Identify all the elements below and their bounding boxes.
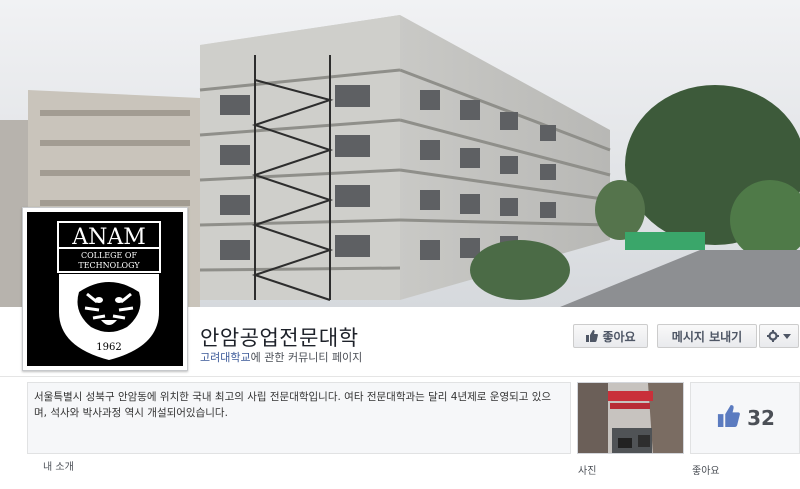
community-suffix: 에 관한 커뮤니티 페이지	[250, 351, 363, 364]
college-logo: ANAM COLLEGE OF TECHNOLOGY 1962	[27, 212, 183, 366]
logo-line2-text: TECHNOLOGY	[78, 261, 140, 270]
thumbs-up-icon	[585, 330, 599, 342]
message-button[interactable]: 메시지 보내기	[657, 324, 757, 348]
thumbs-up-icon	[715, 405, 741, 431]
logo-year-text: 1962	[96, 342, 121, 353]
likes-count: 32	[747, 406, 775, 430]
logo-line1-text: COLLEGE OF	[81, 251, 137, 260]
about-box[interactable]: 서울특별시 성북구 안암동에 위치한 국내 최고의 사립 전문대학입니다. 여타…	[27, 382, 571, 454]
like-button-label: 좋아요	[602, 329, 636, 344]
message-button-label: 메시지 보내기	[671, 329, 743, 344]
chevron-down-icon	[783, 333, 791, 339]
photos-thumbnail[interactable]	[577, 382, 684, 454]
gear-icon	[767, 330, 779, 342]
like-button[interactable]: 좋아요	[573, 324, 648, 348]
community-link[interactable]: 고려대학교	[200, 351, 251, 364]
likes-tab-label[interactable]: 좋아요	[692, 462, 720, 477]
likes-box[interactable]: 32	[690, 382, 800, 454]
page-title: 안암공업전문대학	[200, 326, 359, 350]
logo-title-text: ANAM	[71, 225, 146, 250]
settings-dropdown-button[interactable]	[759, 324, 799, 348]
profile-picture[interactable]: ANAM COLLEGE OF TECHNOLOGY 1962	[22, 207, 188, 371]
about-text: 서울특별시 성북구 안암동에 위치한 국내 최고의 사립 전문대학입니다. 여타…	[34, 391, 552, 419]
photos-tab-label[interactable]: 사진	[578, 462, 596, 477]
community-subtitle: 고려대학교에 관한 커뮤니티 페이지	[200, 349, 362, 365]
about-tab-label[interactable]: 내 소개	[43, 458, 74, 473]
